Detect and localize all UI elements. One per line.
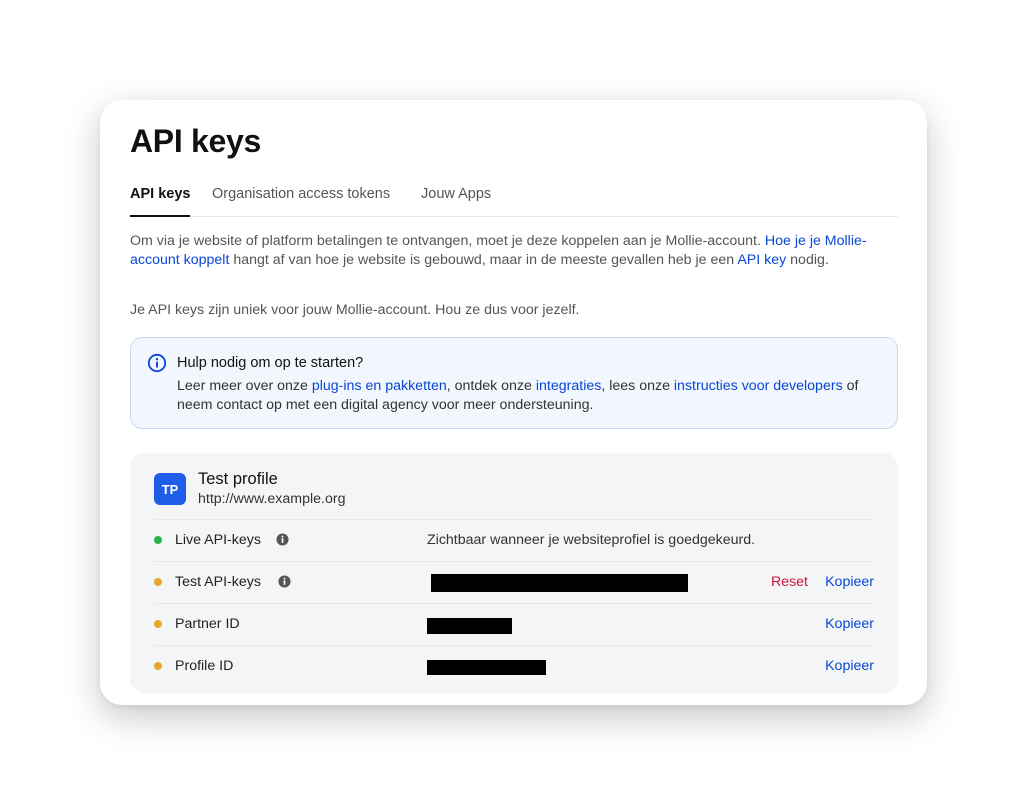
help-text-part: , ontdek onze (446, 378, 536, 394)
link-developer-instructions[interactable]: instructies voor developers (674, 378, 843, 394)
tab-jouw-apps[interactable]: Jouw Apps (421, 186, 491, 215)
row-value: Zichtbaar wanneer je websiteprofiel is g… (427, 532, 756, 548)
help-body: Leer meer over onze plug-ins en pakkette… (177, 377, 889, 414)
row-partner-id: Partner ID Kopieer (154, 603, 874, 646)
row-test-api-keys: Test API-keys Reset Kopieer (154, 561, 874, 604)
intro-text-part: hangt af van hoe je website is gebouwd, … (229, 251, 738, 268)
api-keys-card: API keys API keys Organisation access to… (100, 100, 927, 705)
link-api-key[interactable]: API key (737, 252, 786, 268)
tab-organisation-access-tokens[interactable]: Organisation access tokens (212, 186, 390, 215)
status-dot-amber (154, 620, 162, 628)
status-dot-amber (154, 578, 162, 586)
info-icon[interactable] (278, 575, 291, 588)
info-circle-icon (147, 353, 167, 373)
copy-profile-id-button[interactable]: Kopieer (825, 658, 874, 674)
info-icon[interactable] (276, 533, 289, 546)
status-dot-green (154, 536, 162, 544)
row-label: Profile ID (175, 658, 234, 674)
help-callout: Hulp nodig om op te starten? Leer meer o… (130, 337, 898, 429)
help-text-part: , lees onze (601, 378, 674, 394)
copy-partner-id-button[interactable]: Kopieer (825, 616, 874, 632)
intro-text-part: nodig. (786, 251, 829, 268)
keys-unique-note: Je API keys zijn uniek voor jouw Mollie-… (130, 302, 580, 318)
redacted-profile-id (427, 660, 546, 675)
status-dot-amber (154, 662, 162, 670)
help-text-part: Leer meer over onze (177, 378, 312, 394)
copy-test-api-key-button[interactable]: Kopieer (825, 574, 874, 590)
redacted-test-api-key (431, 574, 688, 592)
reset-button[interactable]: Reset (771, 574, 808, 590)
row-live-api-keys: Live API-keys Zichtbaar wanneer je websi… (154, 519, 874, 562)
row-label: Live API-keys (175, 532, 261, 548)
row-label: Partner ID (175, 616, 240, 632)
help-title: Hulp nodig om op te starten? (177, 355, 364, 371)
profile-avatar: TP (154, 473, 186, 505)
redacted-partner-id (427, 618, 512, 634)
page-title: API keys (130, 123, 262, 159)
profile-panel: TP Test profile http://www.example.org L… (130, 453, 898, 693)
profile-name: Test profile (198, 470, 278, 488)
intro-text: Om via je website of platform betalingen… (130, 232, 900, 269)
link-integrations[interactable]: integraties (536, 378, 601, 394)
profile-url: http://www.example.org (198, 491, 346, 507)
link-plugins[interactable]: plug-ins en pakketten (312, 378, 447, 394)
row-label: Test API-keys (175, 574, 261, 590)
tab-bar: API keys Organisation access tokens Jouw… (130, 184, 898, 217)
tab-api-keys[interactable]: API keys (130, 186, 191, 217)
row-profile-id: Profile ID Kopieer (154, 645, 874, 688)
intro-text-part: Om via je website of platform betalingen… (130, 233, 765, 249)
